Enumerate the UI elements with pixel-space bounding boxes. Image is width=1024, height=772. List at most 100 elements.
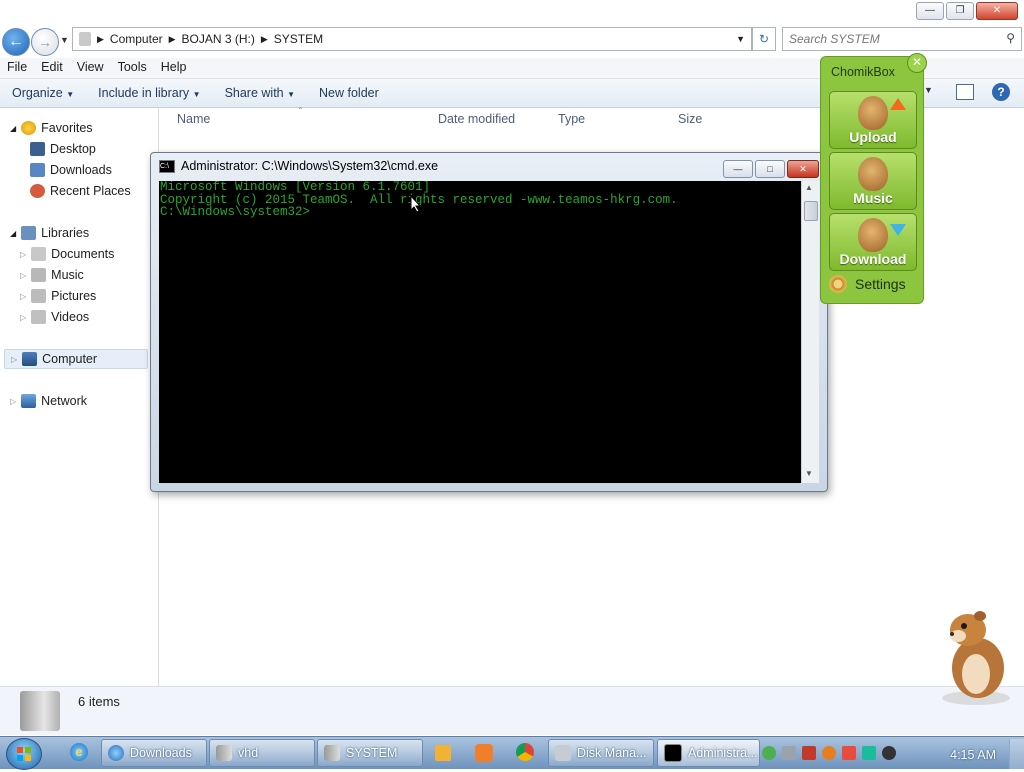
- taskbar-item-cmd[interactable]: Administra...: [657, 739, 760, 767]
- nav-item-downloads[interactable]: Downloads: [30, 163, 112, 177]
- downloads-icon: [30, 163, 45, 177]
- forward-button[interactable]: →: [31, 28, 59, 56]
- hamster-icon: [858, 96, 888, 130]
- window-controls: — ❐ ✕: [916, 2, 1018, 20]
- nav-item-label: Music: [51, 268, 84, 282]
- folder-icon: [324, 745, 340, 761]
- shield-icon[interactable]: [762, 746, 776, 760]
- minimize-button[interactable]: —: [916, 2, 944, 20]
- search-box[interactable]: ⚲: [782, 27, 1022, 51]
- back-button[interactable]: ←: [2, 28, 30, 56]
- close-button[interactable]: ✕: [976, 2, 1018, 20]
- settings-button[interactable]: Settings: [829, 275, 906, 293]
- console-scrollbar[interactable]: ▲ ▼: [801, 181, 819, 483]
- chevron-down-icon: ▼: [192, 90, 201, 99]
- refresh-button[interactable]: ↻: [752, 27, 776, 51]
- app-icon[interactable]: [475, 744, 493, 762]
- cmd-window[interactable]: C:\ Administrator: C:\Windows\System32\c…: [150, 152, 828, 492]
- expand-arrow-icon: ▷: [10, 396, 17, 406]
- taskbar-item-downloads[interactable]: Downloads: [101, 739, 207, 767]
- nav-item-documents[interactable]: ▷ Documents: [20, 247, 114, 261]
- music-button[interactable]: Music: [829, 152, 917, 210]
- nav-item-desktop[interactable]: Desktop: [30, 142, 96, 156]
- maximize-button[interactable]: ❐: [946, 2, 974, 20]
- expand-arrow-icon: ▷: [20, 249, 27, 259]
- tools-icon[interactable]: [802, 746, 816, 760]
- address-dropdown-icon[interactable]: ▼: [736, 34, 745, 44]
- volume-icon[interactable]: [882, 746, 896, 760]
- nav-libraries[interactable]: ◢ Libraries: [10, 226, 89, 240]
- arrow-up-icon: [890, 98, 906, 110]
- nav-item-videos[interactable]: ▷ Videos: [20, 310, 89, 324]
- download-button[interactable]: Download: [829, 213, 917, 271]
- include-in-library-button[interactable]: Include in library ▼: [86, 86, 212, 100]
- menu-tools[interactable]: Tools: [111, 58, 154, 78]
- chrome-icon[interactable]: [516, 743, 534, 761]
- hamster-mascot-icon[interactable]: [936, 606, 1016, 706]
- help-icon[interactable]: ?: [992, 83, 1010, 101]
- column-header-size[interactable]: Size: [678, 112, 702, 126]
- column-header-name[interactable]: Name: [177, 112, 210, 126]
- network-icon: [21, 394, 37, 408]
- system-tray: 4:15 AM: [762, 739, 1024, 769]
- star-icon: [21, 121, 37, 135]
- upload-button[interactable]: Upload: [829, 91, 917, 149]
- include-in-library-label: Include in library: [98, 86, 190, 100]
- start-button[interactable]: [6, 738, 42, 770]
- show-desktop-button[interactable]: [1009, 739, 1024, 769]
- status-bar: 6 items: [0, 686, 1024, 735]
- taskbar-item-vhd[interactable]: vhd: [209, 739, 315, 767]
- folder-icon: [79, 32, 91, 46]
- menu-edit[interactable]: Edit: [34, 58, 70, 78]
- cmd-minimize-button[interactable]: —: [723, 160, 753, 178]
- expand-arrow-icon: ▷: [20, 270, 27, 280]
- menu-help[interactable]: Help: [154, 58, 194, 78]
- console-output[interactable]: Microsoft Windows [Version 6.1.7601] Cop…: [159, 181, 801, 483]
- breadcrumb-drive[interactable]: BOJAN 3 (H:): [182, 32, 255, 46]
- cmd-window-controls: — □ ✕: [723, 160, 819, 178]
- search-tray-icon[interactable]: [822, 746, 836, 760]
- flag-icon[interactable]: [842, 746, 856, 760]
- media-player-icon[interactable]: [435, 745, 451, 761]
- scroll-thumb[interactable]: [804, 201, 818, 221]
- column-header-date-modified[interactable]: Date modified: [438, 112, 515, 126]
- chomikbox-title: ChomikBox: [831, 65, 895, 79]
- nav-item-pictures[interactable]: ▷ Pictures: [20, 289, 96, 303]
- chomikbox-close-icon[interactable]: ✕: [907, 53, 927, 73]
- scroll-up-icon[interactable]: ▲: [805, 183, 813, 192]
- nav-item-music[interactable]: ▷ Music: [20, 268, 84, 282]
- history-dropdown-icon[interactable]: ▼: [60, 35, 69, 45]
- breadcrumb-folder[interactable]: SYSTEM: [274, 32, 323, 46]
- address-bar[interactable]: ▶ Computer ▶ BOJAN 3 (H:) ▶ SYSTEM ▼: [72, 27, 752, 51]
- nav-item-recent-places[interactable]: Recent Places: [30, 184, 131, 198]
- new-folder-button[interactable]: New folder: [307, 86, 391, 100]
- preview-pane-icon[interactable]: [956, 84, 974, 100]
- gear-icon: [829, 275, 847, 293]
- cmd-titlebar[interactable]: C:\ Administrator: C:\Windows\System32\c…: [159, 159, 438, 173]
- nav-network[interactable]: ▷ Network: [10, 394, 87, 408]
- taskbar-item-system[interactable]: SYSTEM: [317, 739, 423, 767]
- monitor-icon[interactable]: [862, 746, 876, 760]
- view-dropdown-icon[interactable]: ▼: [924, 85, 933, 95]
- nav-favorites[interactable]: ◢ Favorites: [10, 121, 93, 135]
- cmd-close-button[interactable]: ✕: [787, 160, 819, 178]
- menu-view[interactable]: View: [70, 58, 111, 78]
- cmd-maximize-button[interactable]: □: [755, 160, 785, 178]
- menu-file[interactable]: File: [0, 58, 34, 78]
- taskbar-item-label: Downloads: [130, 746, 192, 760]
- taskbar-item-disk-management[interactable]: Disk Mana...: [548, 739, 654, 767]
- clock[interactable]: 4:15 AM: [950, 748, 996, 762]
- network-tray-icon[interactable]: [782, 746, 796, 760]
- disk-management-icon: [555, 745, 571, 761]
- column-header-type[interactable]: Type: [558, 112, 585, 126]
- nav-computer[interactable]: ▷ Computer: [4, 349, 148, 369]
- internet-explorer-icon[interactable]: e: [70, 743, 88, 761]
- organize-button[interactable]: Organize ▼: [0, 86, 86, 100]
- breadcrumb-computer[interactable]: Computer: [110, 32, 163, 46]
- taskbar-item-label: SYSTEM: [346, 746, 398, 760]
- scroll-down-icon[interactable]: ▼: [805, 469, 813, 478]
- search-input[interactable]: [789, 32, 989, 46]
- expand-arrow-icon: ▷: [11, 354, 18, 364]
- share-with-button[interactable]: Share with ▼: [213, 86, 307, 100]
- search-icon[interactable]: ⚲: [1006, 31, 1015, 45]
